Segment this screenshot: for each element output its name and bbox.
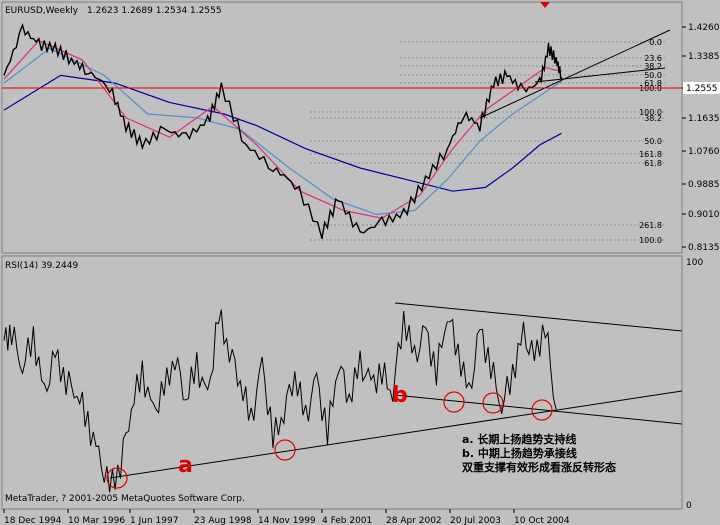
rsi-y-tick-label: 0 xyxy=(686,501,692,511)
price-y-tick-label: 1.3385 xyxy=(688,52,720,62)
x-tick-label: 10 Oct 2004 xyxy=(514,516,570,525)
price-y-tick-label: 0.8135 xyxy=(688,243,720,253)
fib-lower-label: 100.0 xyxy=(639,236,662,245)
x-tick-label: 4 Feb 2001 xyxy=(322,516,372,525)
rsi-header: RSI(14) 39.2449 xyxy=(5,261,78,271)
price-y-tick-label: 0.9010 xyxy=(688,210,720,220)
fib-lower-label: 38.2 xyxy=(644,114,662,123)
x-tick-label: 20 Jul 2003 xyxy=(450,516,501,525)
legend-a: a. 长期上扬趋势支持线 xyxy=(462,432,576,446)
chart-root: 0.023.638.250.061.8100.0100.038.250.0161… xyxy=(0,0,720,525)
price-y-tick-label: 1.0760 xyxy=(688,147,720,157)
price-y-tick-label: 1.4260 xyxy=(688,23,720,33)
x-tick-label: 23 Aug 1998 xyxy=(194,516,252,525)
footer: MetaTrader, ? 2001-2005 MetaQuotes Softw… xyxy=(5,494,245,504)
fib-lower-label: 50.0 xyxy=(644,137,662,146)
x-tick-label: 14 Nov 1999 xyxy=(258,516,316,525)
legend-b: b. 中期上扬趋势承接线 xyxy=(462,446,577,460)
fib-lower-label: 61.8 xyxy=(644,159,662,168)
current-price-label: 1.2555 xyxy=(686,84,718,94)
fib-lower-label: 261.8 xyxy=(639,221,662,230)
legend-c: 双重支撑有效形成看涨反转形态 xyxy=(462,460,616,474)
x-tick-label: 18 Dec 1994 xyxy=(4,516,62,525)
fib-lower-label: 161.8 xyxy=(639,150,662,159)
price-header-ohlc: 1.2623 1.2689 1.2534 1.2555 xyxy=(87,6,222,16)
price-header-symbol: EURUSD,Weekly xyxy=(5,6,79,16)
price-y-tick-label: 0.9885 xyxy=(688,180,720,190)
fib-upper-label: 0.0 xyxy=(649,38,662,47)
label-b: b xyxy=(392,383,408,408)
x-tick-label: 10 Mar 1996 xyxy=(68,516,125,525)
label-a: a xyxy=(178,453,193,478)
x-tick-label: 28 Apr 2002 xyxy=(386,516,442,525)
price-y-tick-label: 1.1635 xyxy=(688,114,720,124)
x-tick-label: 1 Jun 1997 xyxy=(130,516,178,525)
rsi-y-tick-label: 100 xyxy=(686,258,703,268)
